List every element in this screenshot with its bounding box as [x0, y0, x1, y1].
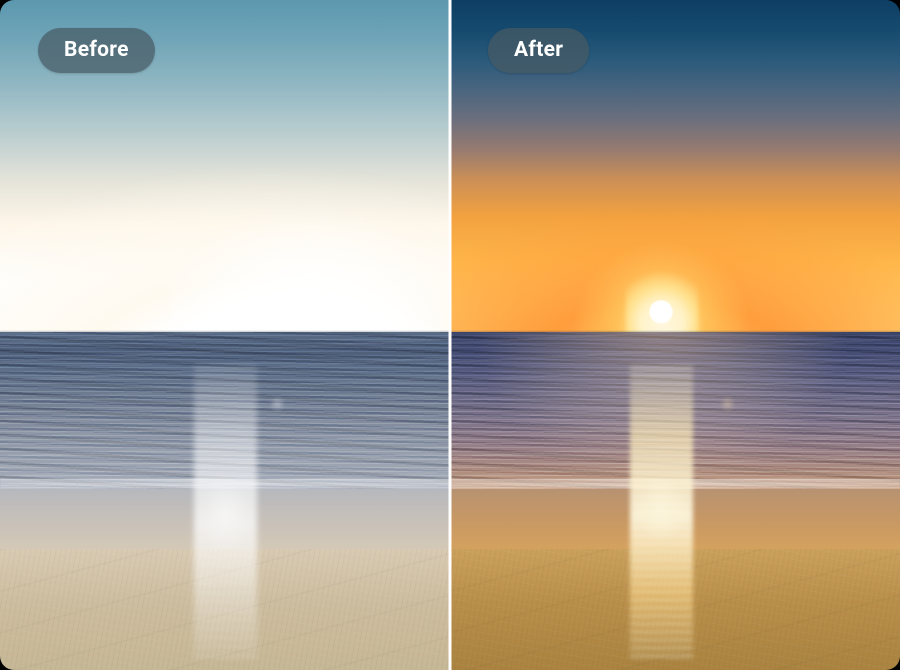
after-badge: After — [488, 28, 589, 73]
after-sun-disc — [649, 300, 672, 323]
panel-divider — [449, 0, 452, 670]
before-sun-reflection — [194, 362, 257, 657]
before-panel: Before — [0, 0, 450, 670]
before-lens-flare — [270, 395, 285, 412]
after-sun-reflection — [630, 362, 693, 657]
before-after-comparison: Before After — [0, 0, 900, 670]
before-badge: Before — [38, 28, 155, 73]
after-panel: After — [450, 0, 900, 670]
after-lens-flare — [720, 395, 735, 412]
